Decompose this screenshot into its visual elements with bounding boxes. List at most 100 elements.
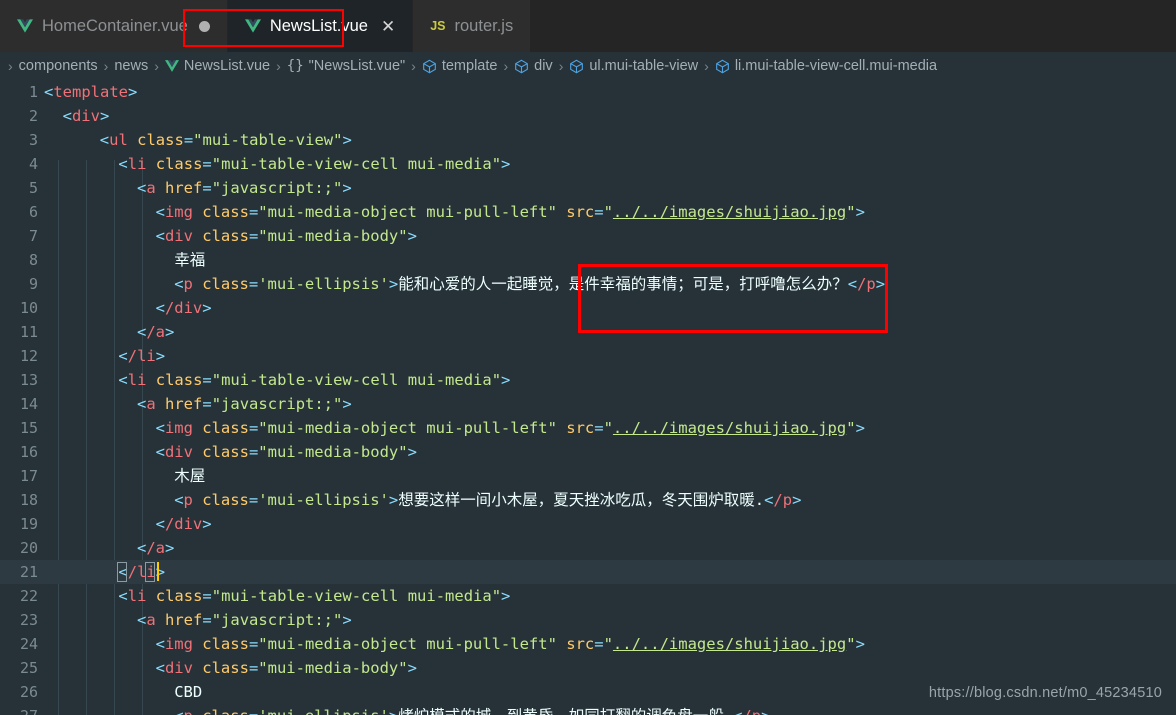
- code-text: <a href="javascript:;">: [137, 176, 352, 200]
- code-line[interactable]: 24 <img class="mui-media-object mui-pull-…: [0, 632, 1176, 656]
- breadcrumb-item-components[interactable]: components: [19, 58, 98, 74]
- token-pun: <: [155, 299, 165, 317]
- token-str: "mui-table-view-cell mui-media": [211, 155, 502, 173]
- editor-tab-newslist-vue[interactable]: NewsList.vue ✕: [227, 0, 414, 52]
- token-pun: <: [764, 491, 774, 509]
- token-tag: a: [146, 611, 156, 629]
- token-tag: div: [164, 443, 193, 461]
- code-line[interactable]: 2 <div>: [0, 104, 1176, 128]
- token-att: class: [193, 707, 249, 715]
- token-pun: >: [342, 179, 352, 197]
- line-number: 9: [28, 275, 38, 293]
- breadcrumb-item-template[interactable]: template: [422, 58, 497, 74]
- code-text: <p class='mui-ellipsis'>烤炉模式的城，到黄昏，如同打翻的…: [174, 704, 770, 715]
- token-pun: >: [165, 539, 175, 557]
- token-pun: <: [44, 83, 54, 101]
- token-pun: <: [174, 707, 183, 715]
- breadcrumb-label: ul.mui-table-view: [589, 58, 699, 74]
- breadcrumb-label: components: [18, 58, 98, 74]
- code-line[interactable]: 12 </li>: [0, 344, 1176, 368]
- token-att: class: [192, 419, 249, 437]
- token-str: ": [846, 203, 856, 221]
- token-pun: <: [118, 155, 128, 173]
- code-line[interactable]: 9 <p class='mui-ellipsis'>能和心爱的人一起睡觉，是件幸福…: [0, 272, 1176, 296]
- token-pun: >: [155, 347, 166, 365]
- code-line[interactable]: 10 </div>: [0, 296, 1176, 320]
- code-text: <ul class="mui-table-view">: [100, 128, 352, 152]
- line-number: 17: [19, 467, 38, 485]
- code-line[interactable]: 15 <img class="mui-media-object mui-pull-…: [0, 416, 1176, 440]
- breadcrumb-item-div[interactable]: div: [514, 58, 553, 74]
- code-line[interactable]: 19 </div>: [0, 512, 1176, 536]
- token-pun: >: [202, 515, 212, 533]
- token-pun: >: [855, 203, 865, 221]
- breadcrumb-item-li-mui-table-view-cell-mui-media[interactable]: li.mui-table-view-cell.mui-media: [715, 58, 937, 74]
- code-editor[interactable]: 1 <template> 2 <div> 3 <ul class="mui-table-v…: [0, 80, 1176, 715]
- token-pun: >: [342, 131, 352, 149]
- token-tag: p: [183, 491, 193, 509]
- breadcrumb-item-ul-mui-table-view[interactable]: ul.mui-table-view: [569, 58, 698, 74]
- token-str: "mui-table-view-cell mui-media": [211, 371, 502, 389]
- code-line[interactable]: 6 <img class="mui-media-object mui-pull-l…: [0, 200, 1176, 224]
- code-line[interactable]: 22 <li class="mui-table-view-cell mui-med…: [0, 584, 1176, 608]
- token-pun: >: [342, 395, 352, 413]
- token-str: 'mui-ellipsis': [258, 491, 389, 509]
- code-line[interactable]: 8 幸福: [0, 248, 1176, 272]
- token-att: class: [192, 491, 249, 509]
- token-str: ": [603, 203, 613, 221]
- token-att: href: [155, 179, 203, 197]
- line-number: 8: [28, 251, 38, 269]
- token-pun: >: [99, 107, 110, 125]
- token-tag: img: [164, 203, 193, 221]
- code-line[interactable]: 17 木屋: [0, 464, 1176, 488]
- token-pun: >: [165, 323, 175, 341]
- code-text: </div>: [156, 512, 212, 536]
- code-line[interactable]: 13 <li class="mui-table-view-cell mui-med…: [0, 368, 1176, 392]
- code-line[interactable]: 20 </a>: [0, 536, 1176, 560]
- code-line[interactable]: 14 <a href="javascript:;">: [0, 392, 1176, 416]
- code-line[interactable]: 16 <div class="mui-media-body">: [0, 440, 1176, 464]
- code-line[interactable]: 1 <template>: [0, 80, 1176, 104]
- code-text: <img class="mui-media-object mui-pull-le…: [156, 200, 865, 224]
- breadcrumb-separator-leading: ›: [8, 58, 13, 74]
- token-tag: li: [127, 371, 147, 389]
- line-number: 22: [19, 587, 38, 605]
- code-line[interactable]: 21 </li>: [0, 560, 1176, 584]
- unsaved-changes-dot[interactable]: [198, 20, 210, 32]
- editor-tab-router-js[interactable]: JS router.js: [413, 0, 532, 52]
- tab-label: HomeContainer.vue: [42, 16, 188, 35]
- code-text: <img class="mui-media-object mui-pull-le…: [156, 632, 865, 656]
- breadcrumb[interactable]: › components › news › NewsList.vue › {} "NewsLi…: [0, 52, 1176, 80]
- token-str: ": [603, 419, 613, 437]
- code-line[interactable]: 23 <a href="javascript:;">: [0, 608, 1176, 632]
- token-pun: <: [174, 275, 184, 293]
- code-line[interactable]: 25 <div class="mui-media-body">: [0, 656, 1176, 680]
- token-lnk: ../../images/shuijiao.jpg: [612, 203, 847, 221]
- token-att: class: [146, 371, 203, 389]
- code-line[interactable]: 7 <div class="mui-media-body">: [0, 224, 1176, 248]
- code-line[interactable]: 3 <ul class="mui-table-view">: [0, 128, 1176, 152]
- breadcrumb-item-newslist-vue[interactable]: {} "NewsList.vue": [287, 58, 405, 74]
- code-line[interactable]: 18 <p class='mui-ellipsis'>想要这样一间小木屋，夏天挫冰…: [0, 488, 1176, 512]
- token-str: "mui-media-body": [258, 659, 408, 677]
- code-line[interactable]: 27<p class='mui-ellipsis'>烤炉模式的城，到黄昏，如同打…: [0, 704, 1176, 715]
- line-number: 11: [19, 323, 38, 341]
- code-line[interactable]: 11 </a>: [0, 320, 1176, 344]
- editor-tab-homecontainer-vue[interactable]: HomeContainer.vue: [0, 0, 228, 52]
- line-number: 6: [28, 203, 38, 221]
- token-txt: 烤炉模式的城，到黄昏，如同打翻的调色盘一般.: [398, 707, 733, 715]
- code-text: <li class="mui-table-view-cell mui-media…: [118, 152, 510, 176]
- code-text: <a href="javascript:;">: [137, 608, 352, 632]
- breadcrumb-item-news[interactable]: news: [114, 58, 148, 74]
- line-number: 10: [19, 299, 38, 317]
- breadcrumb-item-newslist-vue[interactable]: NewsList.vue: [164, 58, 270, 74]
- text-cursor: [156, 562, 159, 581]
- breadcrumb-separator: ›: [154, 58, 159, 74]
- code-line[interactable]: 4 <li class="mui-table-view-cell mui-medi…: [0, 152, 1176, 176]
- close-icon[interactable]: ✕: [381, 18, 395, 35]
- token-pun: >: [501, 587, 511, 605]
- token-pun: =: [594, 419, 604, 437]
- code-line[interactable]: 5 <a href="javascript:;">: [0, 176, 1176, 200]
- token-att: class: [192, 203, 249, 221]
- token-str: "mui-media-body": [258, 443, 408, 461]
